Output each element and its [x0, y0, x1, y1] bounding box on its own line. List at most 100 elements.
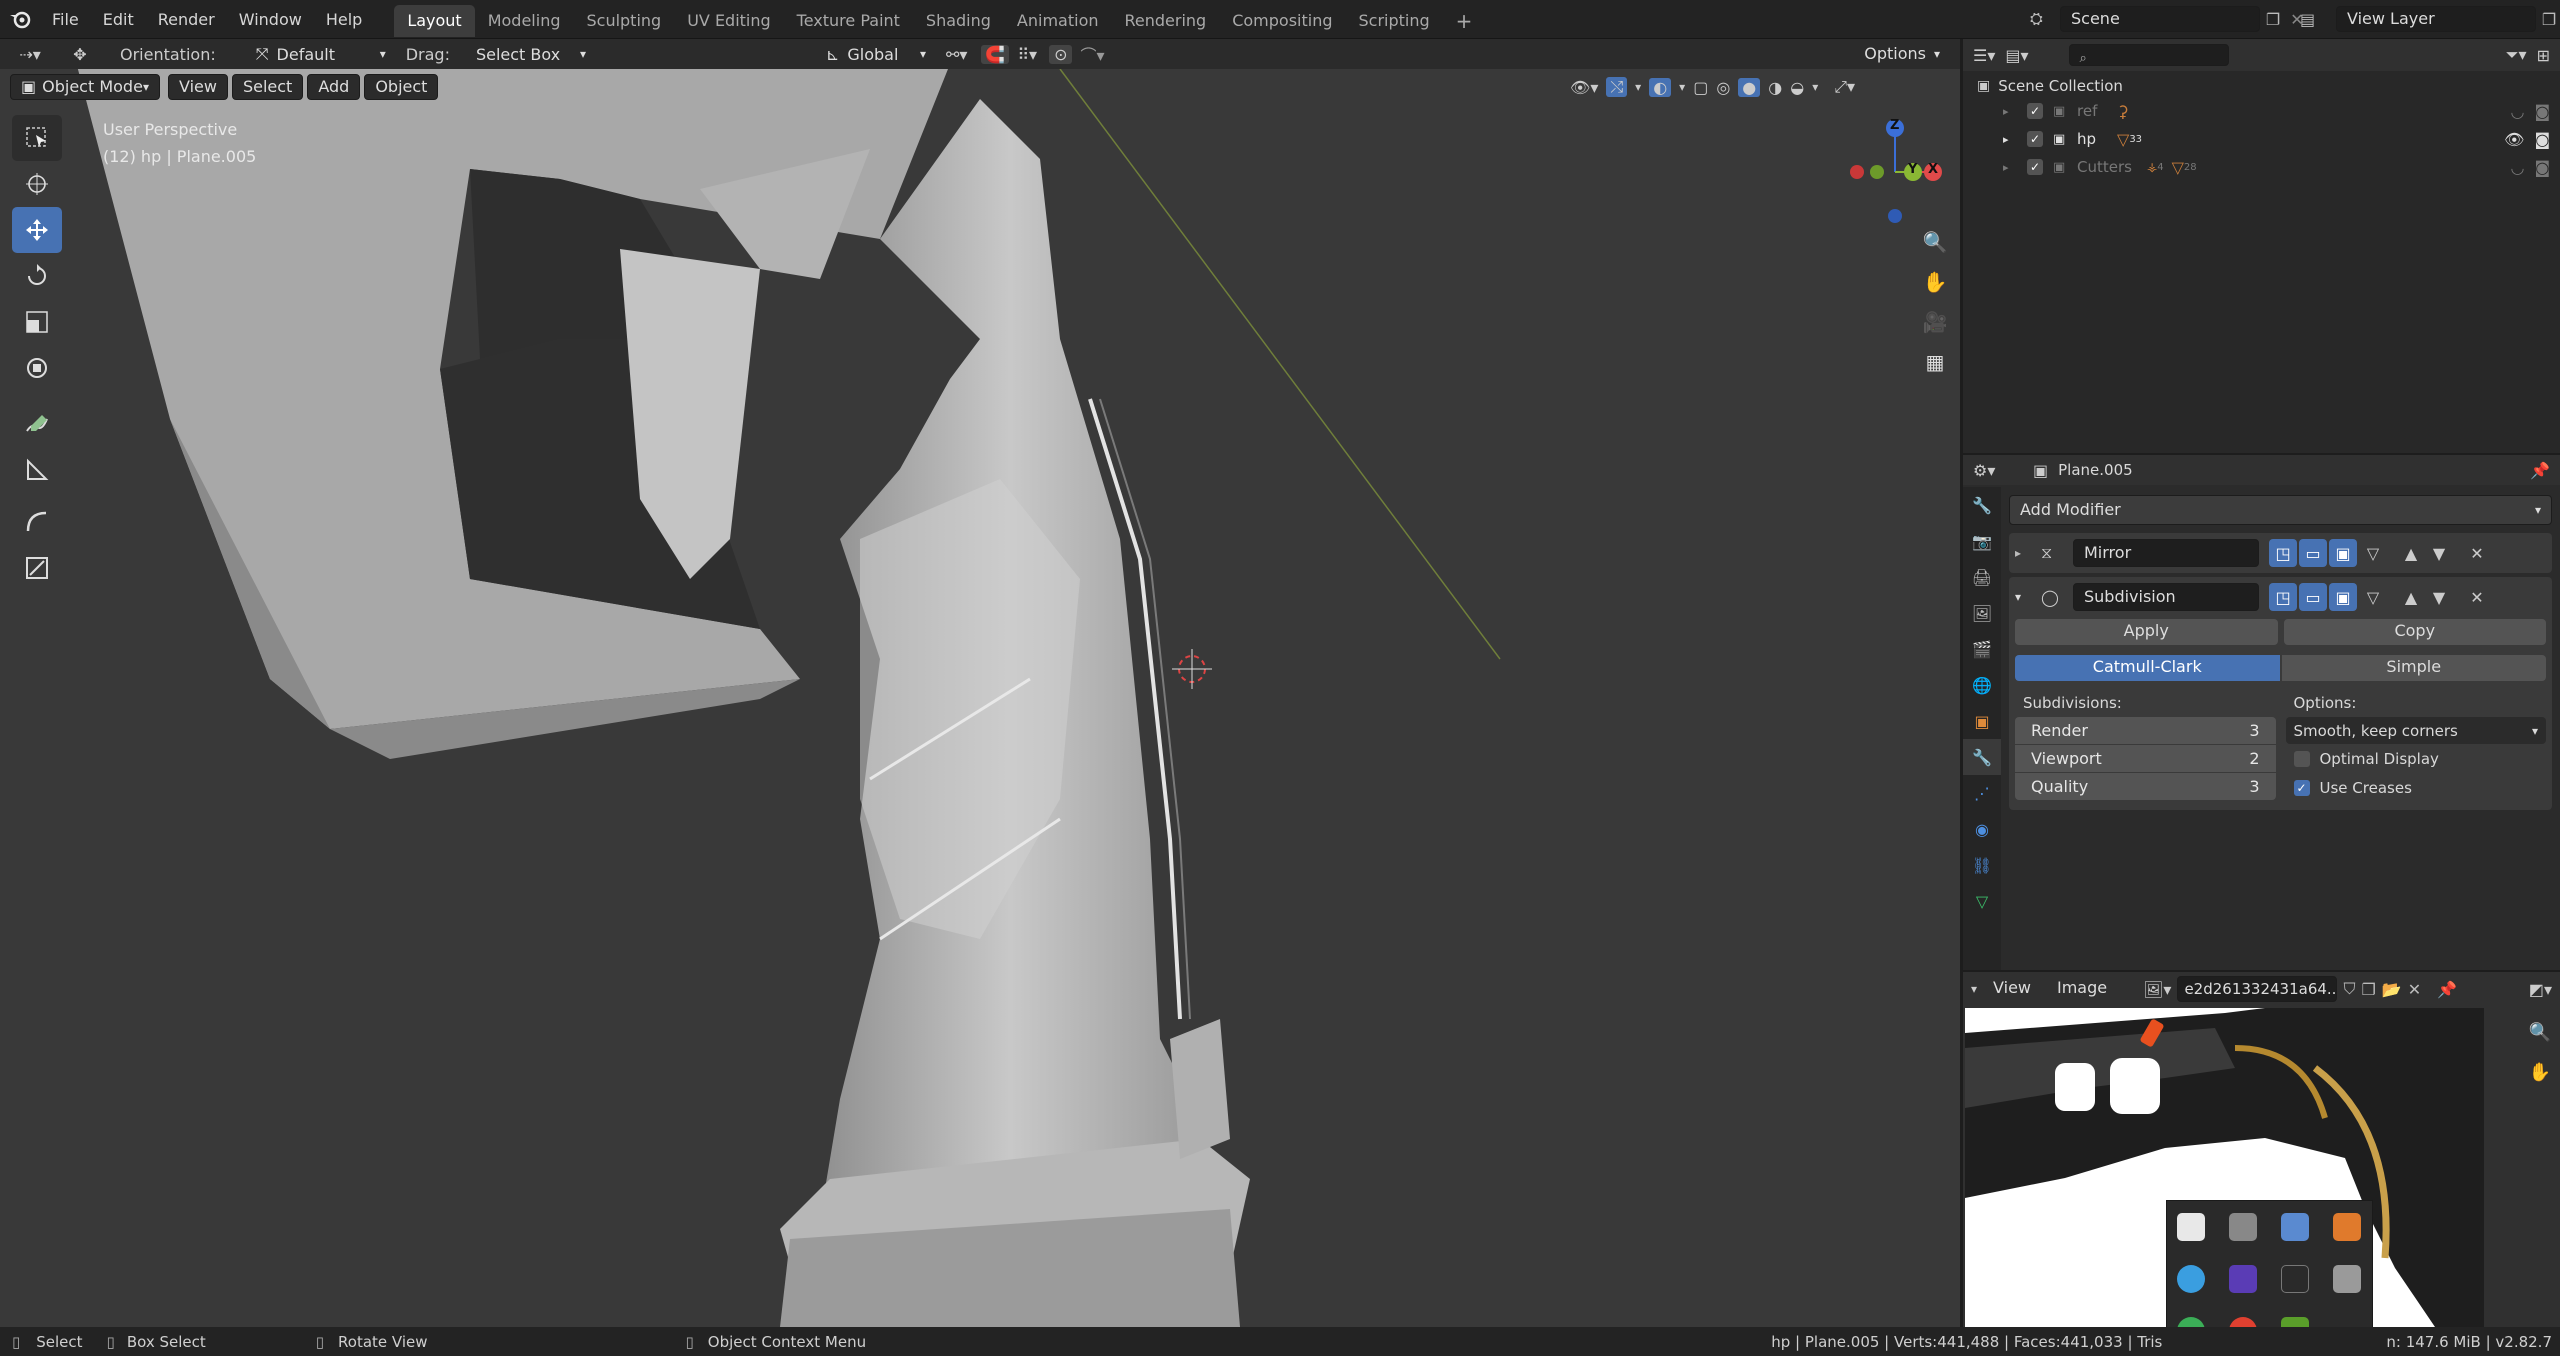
scale-tool[interactable]	[12, 299, 62, 345]
catmull-clark-button[interactable]: Catmull-Clark	[2015, 655, 2280, 681]
checkbox-icon[interactable]: ✓	[2027, 131, 2043, 147]
open-image-icon[interactable]: 📂	[2382, 980, 2402, 999]
tab-layout[interactable]: Layout	[394, 5, 475, 37]
annotate-tool[interactable]	[12, 401, 62, 447]
chrome-icon[interactable]	[2281, 1213, 2309, 1241]
transform-orientation-dropdown[interactable]: ⊾ Global ▾	[826, 45, 926, 64]
checkbox-icon[interactable]: ✓	[2027, 103, 2043, 119]
3d-viewport[interactable]	[0, 39, 1960, 1327]
add-workspace-button[interactable]: +	[1443, 5, 1486, 37]
outliner-item-cutters[interactable]: ▸ ✓ ▣ Cutters ⚶ 4 ▽ 28 ◡ ◙	[1963, 153, 2560, 181]
move-up-icon[interactable]: ▲	[2397, 583, 2425, 611]
blender-logo-icon[interactable]	[0, 0, 40, 39]
transform-tool[interactable]	[12, 345, 62, 391]
scene-tab-icon[interactable]: 🎬	[1963, 631, 2001, 667]
view-layer-tab-icon[interactable]: 🖼	[1963, 595, 2001, 631]
outliner-search-input[interactable]: ⌕	[2068, 44, 2229, 66]
editor-type-icon[interactable]: ⚙▾	[1973, 461, 2033, 480]
options-dropdown[interactable]: Options ▾	[1854, 41, 1950, 67]
wireframe-shading-icon[interactable]: ◎	[1716, 78, 1730, 97]
outliner-item-ref[interactable]: ▸ ✓ ▣ ref ⚳ ◡ ◙	[1963, 97, 2560, 125]
chevron-down-icon[interactable]: ▾	[1679, 80, 1685, 94]
view-layer-selector[interactable]: ▤ View Layer ❐ ✕	[2300, 4, 2560, 34]
render-tab-icon[interactable]: 📷	[1963, 523, 2001, 559]
display-channels-icon[interactable]: ◩▾	[2529, 980, 2552, 999]
checkbox-icon[interactable]: ✓	[2027, 159, 2043, 175]
new-collection-icon[interactable]: ⊞	[2537, 46, 2550, 65]
remove-modifier-icon[interactable]: ✕	[2463, 539, 2491, 567]
world-tab-icon[interactable]: 🌐	[1963, 667, 2001, 703]
particles-tab-icon[interactable]: ⋰	[1963, 775, 2001, 811]
tab-texture-paint[interactable]: Texture Paint	[784, 5, 913, 37]
menu-view[interactable]: View	[1983, 976, 2041, 1002]
pan-hand-icon[interactable]: ✋	[1918, 270, 1952, 310]
image-name-field[interactable]: e2d261332431a64...	[2177, 976, 2338, 1002]
cage-toggle-icon[interactable]: ▽	[2359, 583, 2387, 611]
zoom-icon[interactable]: 🔍	[1918, 230, 1952, 270]
constraints-tab-icon[interactable]: ⛓	[1963, 847, 2001, 883]
copy-scene-icon[interactable]: ❐	[2260, 10, 2286, 29]
move-up-icon[interactable]: ▲	[2397, 539, 2425, 567]
quality-field[interactable]: Quality 3	[2015, 773, 2276, 800]
fake-user-icon[interactable]: ⛉	[2343, 979, 2355, 999]
menu-window[interactable]: Window	[227, 0, 314, 39]
menu-edit[interactable]: Edit	[91, 0, 146, 39]
editmode-toggle-icon[interactable]: ◳	[2269, 539, 2297, 567]
pen-app-icon[interactable]	[2333, 1265, 2361, 1293]
pivot-icon[interactable]: ⚯▾	[946, 45, 967, 64]
visibility-icon[interactable]: ◡	[2511, 102, 2525, 121]
select-box-tool[interactable]	[12, 115, 62, 161]
move-down-icon[interactable]: ▼	[2425, 583, 2453, 611]
display-mode-icon[interactable]: ▤▾	[2005, 46, 2028, 65]
drag-dropdown[interactable]: Select Box ▾	[476, 45, 586, 64]
zoom-icon[interactable]: 🔍	[2523, 1022, 2557, 1062]
collapse-icon[interactable]: ▾	[2015, 590, 2041, 604]
extra-tool[interactable]	[12, 545, 62, 591]
plane-app-icon[interactable]	[2281, 1265, 2309, 1293]
menu-object[interactable]: Object	[364, 74, 439, 100]
visibility-icon[interactable]: 👁	[2504, 130, 2524, 149]
new-image-icon[interactable]: ❐	[2361, 980, 2375, 999]
menu-view[interactable]: View	[168, 74, 228, 100]
network-icon[interactable]	[2229, 1213, 2257, 1241]
render-camera-icon[interactable]: ◙	[2534, 158, 2550, 177]
optimal-display-checkbox[interactable]: Optimal Display	[2286, 744, 2547, 773]
data-tab-icon[interactable]: ▽	[1963, 883, 2001, 919]
simple-button[interactable]: Simple	[2281, 655, 2546, 681]
modifier-tab-icon[interactable]: 🔧	[1963, 739, 2001, 775]
add-modifier-dropdown[interactable]: Add Modifier ▾	[2009, 495, 2552, 525]
unlink-image-icon[interactable]: ✕	[2408, 980, 2421, 999]
expand-icon[interactable]: ▸	[2015, 546, 2041, 560]
scene-collection-row[interactable]: ▣ Scene Collection	[1963, 75, 2560, 97]
tab-modeling[interactable]: Modeling	[475, 5, 574, 37]
rotate-tool[interactable]	[12, 253, 62, 299]
snap-target-icon[interactable]: ⠿▾	[1017, 45, 1037, 64]
editor-type-icon[interactable]: ⤢▾	[1834, 77, 1855, 97]
copy-view-layer-icon[interactable]: ❐	[2536, 10, 2560, 29]
uv-smooth-dropdown[interactable]: Smooth, keep corners ▾	[2285, 717, 2546, 744]
rendered-shading-icon[interactable]: ◒	[1790, 78, 1804, 97]
move-down-icon[interactable]: ▼	[2425, 539, 2453, 567]
pin-icon[interactable]: 📌	[2437, 980, 2457, 999]
monitor-icon[interactable]	[2229, 1265, 2257, 1293]
object-tab-icon[interactable]: ▣	[1963, 703, 2001, 739]
pan-hand-icon[interactable]: ✋	[2523, 1062, 2557, 1102]
apply-button[interactable]: Apply	[2015, 619, 2278, 645]
expand-icon[interactable]: ▸	[2003, 133, 2027, 146]
subdivision-name-field[interactable]: Subdivision	[2073, 583, 2259, 611]
falloff-icon[interactable]: ⌒▾	[1080, 42, 1104, 66]
realtime-toggle-icon[interactable]: ▭	[2299, 583, 2327, 611]
mode-dropdown[interactable]: ▣ Object Mode ▾	[10, 74, 160, 100]
move-tool[interactable]	[12, 207, 62, 253]
render-camera-icon[interactable]: ◙	[2534, 130, 2550, 149]
editor-type-icon[interactable]: ☰▾	[1973, 46, 1995, 65]
menu-image[interactable]: Image	[2047, 976, 2117, 1002]
tool-settings-icon[interactable]: ⇢▾	[0, 45, 60, 64]
scene-name-field[interactable]: Scene	[2060, 6, 2260, 32]
measure-tool[interactable]	[12, 447, 62, 493]
gizmo-icon[interactable]: ⤭	[1606, 77, 1628, 97]
telegram-icon[interactable]	[2177, 1265, 2205, 1293]
expand-icon[interactable]: ▸	[2003, 105, 2027, 118]
filter-icon[interactable]: ⏷▾	[2506, 45, 2527, 65]
security-shield-icon[interactable]	[2177, 1213, 2205, 1241]
